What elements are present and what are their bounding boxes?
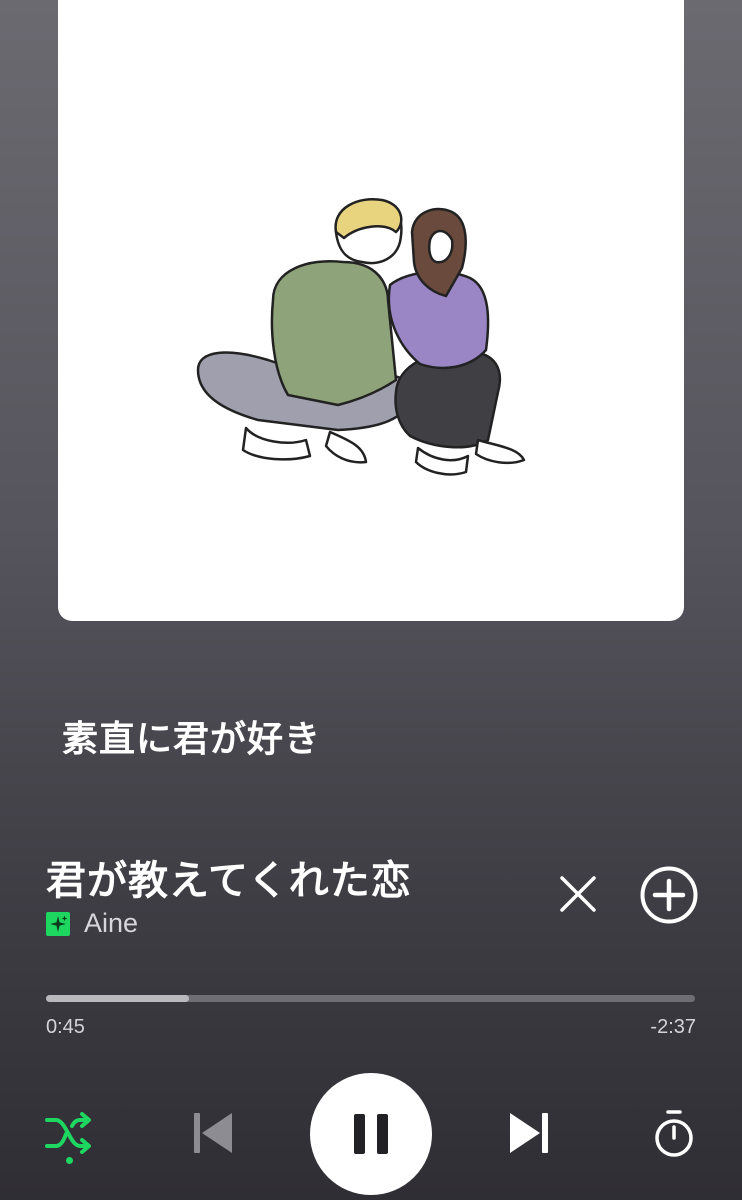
add-to-playlist-button[interactable] [638,864,700,926]
previous-track-button[interactable] [186,1106,240,1160]
artist-row[interactable]: Aine [46,908,138,939]
sleep-timer-icon [655,1110,693,1157]
elapsed-time: 0:45 [46,1016,85,1038]
pause-icon [354,1114,388,1154]
play-pause-button[interactable] [310,1073,432,1195]
shuffle-icon [45,1112,91,1154]
close-button[interactable] [552,868,604,920]
skip-next-icon [510,1113,548,1153]
plus-circle-icon [640,866,698,924]
progress-fill [46,995,189,1002]
next-track-button[interactable] [502,1106,556,1160]
shuffle-button[interactable] [40,1105,98,1171]
shuffle-active-indicator [65,1157,73,1164]
progress-bar[interactable] [46,995,695,1002]
sleep-timer-button[interactable] [648,1106,700,1162]
playlist-title: 素直に君が好き [62,719,322,760]
close-icon [560,876,596,912]
track-title[interactable]: 君が教えてくれた恋 [46,848,412,906]
skip-previous-icon [194,1113,232,1153]
album-artwork [58,0,684,621]
sparkle-badge-icon [46,911,70,936]
artist-name: Aine [84,908,139,938]
couple-illustration [196,198,526,476]
remaining-time: -2:37 [650,1016,696,1038]
